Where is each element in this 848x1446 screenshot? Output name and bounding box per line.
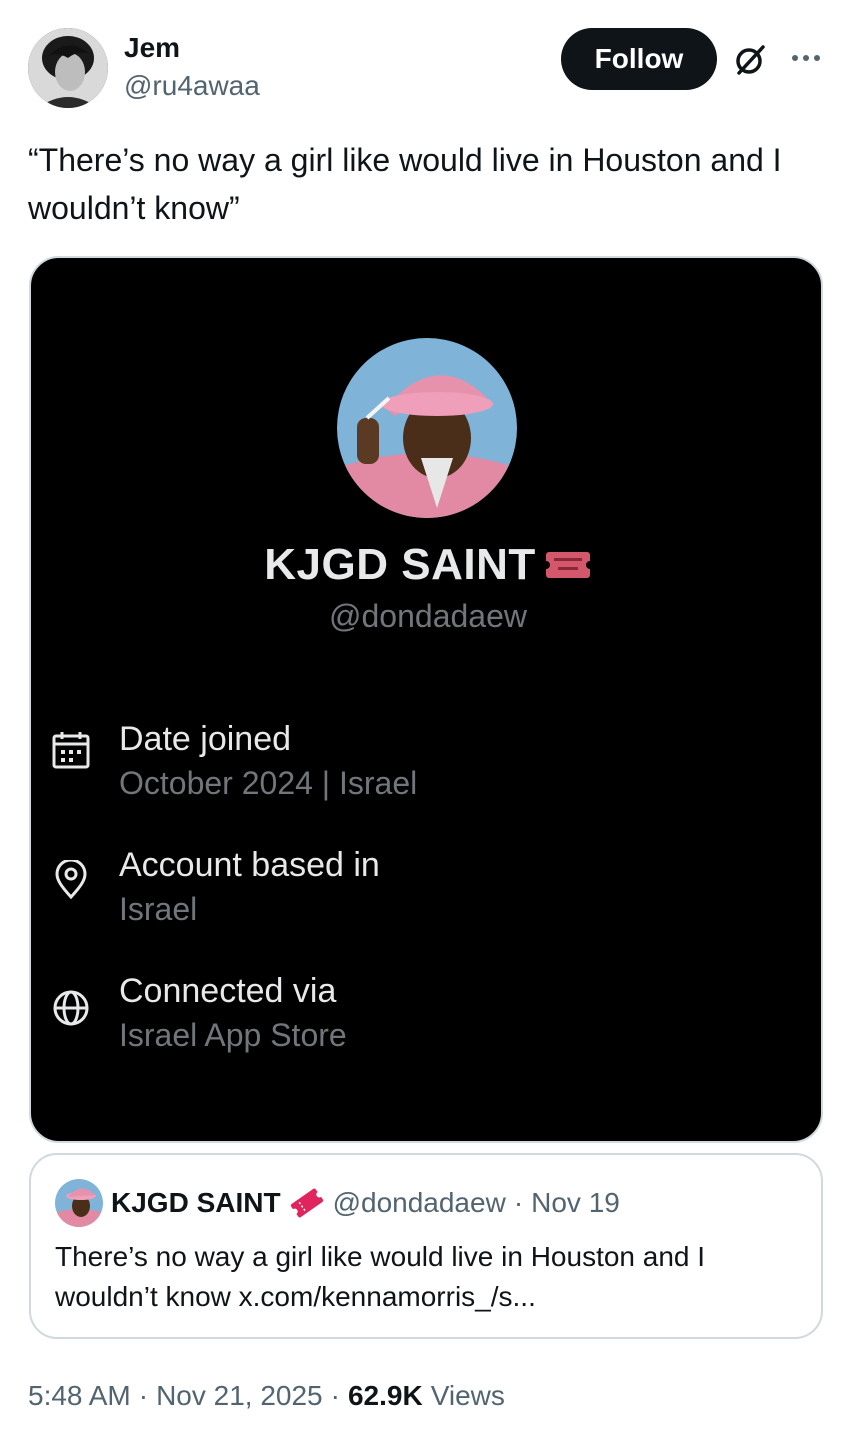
info-date-joined: Date joined October 2024 | Israel [31, 720, 821, 810]
tweet-text: “There’s no way a girl like would live i… [28, 142, 782, 226]
profile-name-row: KJGD SAINT [31, 540, 821, 590]
tweet-author-row: Jem @ru4awaa Follow [28, 28, 820, 108]
author-handle[interactable]: @ru4awaa [124, 70, 260, 102]
quoted-tweet[interactable]: KJGD SAINT @dondadaew · Nov 19 There’s n… [29, 1153, 823, 1339]
more-options-icon[interactable] [790, 46, 822, 70]
views-count[interactable]: 62.9K [348, 1380, 423, 1412]
tweet-time[interactable]: 5:48 AM [28, 1380, 131, 1412]
tweet-meta: 5:48 AM · Nov 21, 2025 · 62.9K Views [28, 1374, 505, 1418]
quote-header: KJGD SAINT @dondadaew · Nov 19 [55, 1179, 620, 1227]
info-title: Date joined [119, 720, 292, 758]
grok-icon[interactable] [732, 42, 768, 78]
quote-date: Nov 19 [531, 1187, 620, 1218]
ticket-badge-icon [290, 1188, 323, 1218]
profile-name: KJGD SAINT [264, 540, 536, 589]
quote-author-name: KJGD SAINT [111, 1187, 281, 1218]
ticket-badge-icon [543, 552, 592, 578]
info-connected-via: Connected via Israel App Store [31, 972, 821, 1062]
follow-button[interactable]: Follow [561, 28, 717, 90]
quote-author-handle: @dondadaew [332, 1187, 506, 1218]
info-account-based-in: Account based in Israel [31, 846, 821, 936]
info-title: Account based in [119, 846, 380, 884]
info-value: October 2024 | Israel [119, 765, 418, 801]
quote-separator: · [513, 1187, 524, 1218]
globe-icon [53, 990, 89, 1026]
profile-avatar-illustration [337, 338, 517, 518]
quote-avatar [55, 1179, 103, 1227]
tweet-date[interactable]: Nov 21, 2025 [156, 1380, 323, 1412]
author-avatar[interactable] [28, 28, 108, 108]
info-value: Israel App Store [119, 1017, 347, 1053]
calendar-icon [52, 732, 90, 769]
author-name[interactable]: Jem [124, 32, 180, 64]
meta-separator: · [330, 1380, 340, 1411]
profile-handle: @dondadaew [329, 598, 527, 634]
info-value: Israel [119, 891, 198, 927]
meta-separator: · [138, 1380, 149, 1411]
location-pin-icon [55, 860, 87, 900]
info-title: Connected via [119, 972, 337, 1010]
quote-text: There’s no way a girl like would live in… [55, 1241, 706, 1312]
views-label[interactable]: Views [431, 1380, 505, 1412]
attached-image[interactable]: KJGD SAINT @dondadaew Date joined Octobe… [29, 256, 823, 1143]
